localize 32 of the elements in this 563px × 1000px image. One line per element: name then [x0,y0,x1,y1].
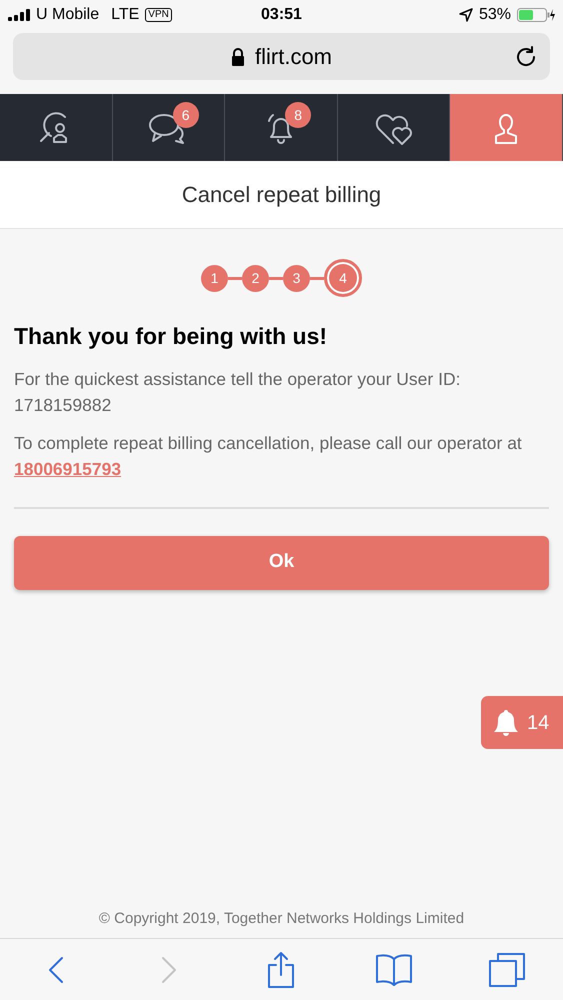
signal-icon [8,9,30,21]
carrier-name: U Mobile [36,5,100,25]
lock-icon [231,48,245,66]
copyright-text: © Copyright 2019, Together Networks Holdings Limited [98,908,464,929]
step-indicator: 2 [242,264,269,292]
book-icon [375,952,414,986]
address-bar[interactable]: flirt.com [13,33,550,80]
notification-button[interactable]: 14 [481,696,563,749]
user-id-text: For the quickest assistance tell the operator your User ID: 1718159882 [14,368,462,416]
bell-icon [493,708,519,736]
phone-link[interactable]: 18006915793 [14,458,122,478]
count-badge: 6 [172,102,199,128]
share-icon [266,950,296,988]
count-badge: 8 [285,102,312,128]
ok-button[interactable]: Ok [14,536,549,590]
reload-icon[interactable] [514,44,538,68]
step-indicator: 4 [324,259,362,297]
clock-time: 03:51 [261,5,302,25]
step-indicator: 3 [283,264,310,292]
back-icon [47,956,66,984]
tabs-icon [488,952,526,988]
url-text: flirt.com [255,43,332,71]
network-type: LTE [111,5,140,25]
battery-charging-icon [517,8,555,22]
vpn-indicator: VPN [145,8,172,22]
forward-icon [160,956,178,984]
thank-you-heading: Thank you for being with us! [14,322,328,351]
battery-percent: 53% [478,5,511,25]
page-title: Cancel repeat billing [182,181,382,209]
call-operator-text: To complete repeat billing cancellation, please call our operator at [14,432,522,452]
location-arrow-icon [458,8,473,22]
step-indicator: 1 [201,264,228,292]
